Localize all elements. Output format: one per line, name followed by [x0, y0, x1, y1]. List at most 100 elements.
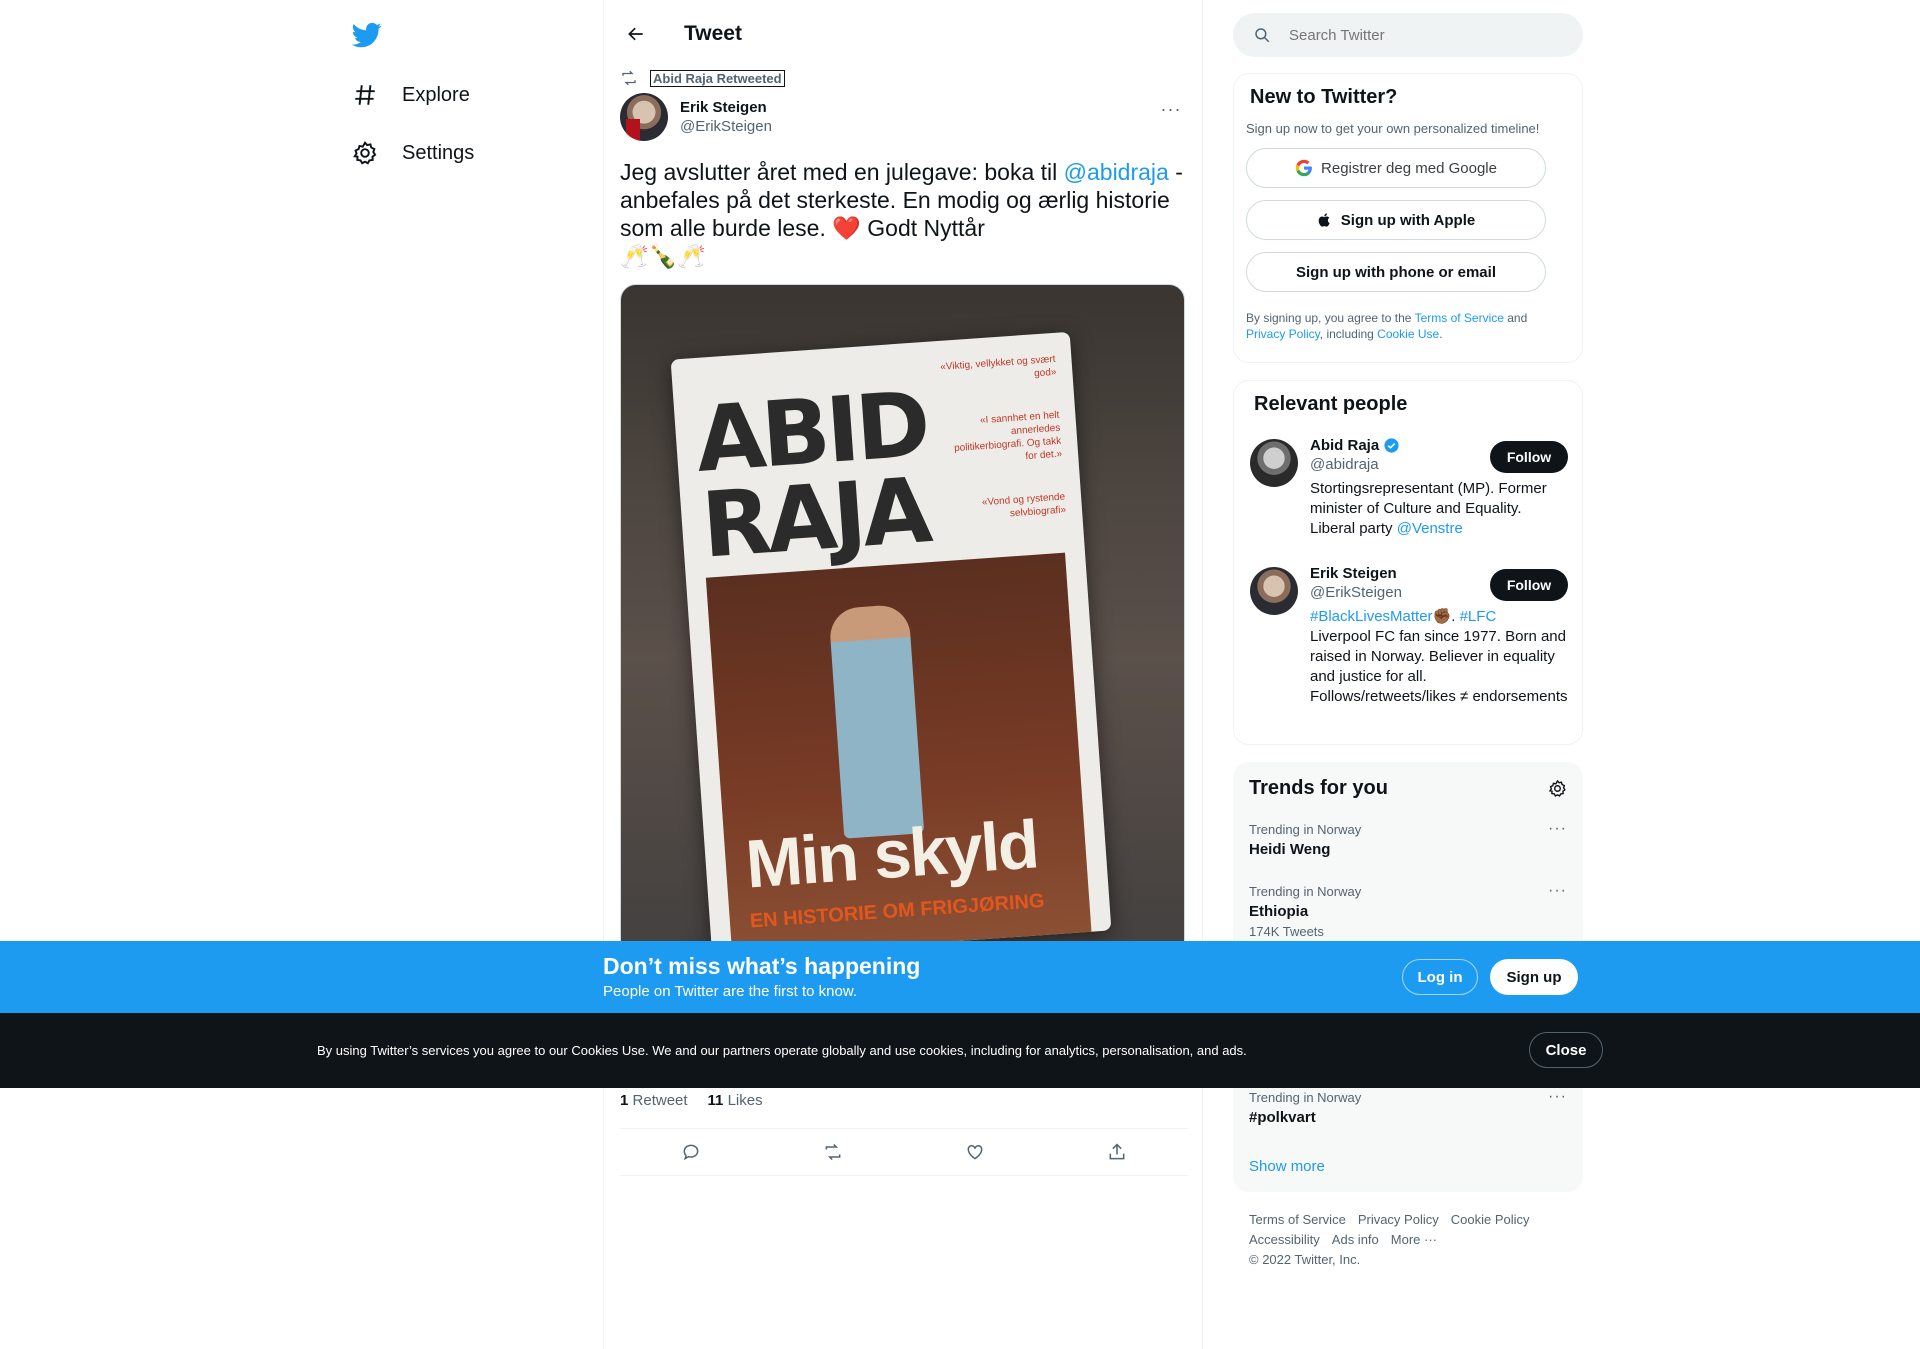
nav-settings[interactable]: Settings [352, 133, 474, 173]
more-icon: ··· [1160, 98, 1182, 119]
apple-signup-label: Sign up with Apple [1340, 211, 1476, 229]
google-icon [1295, 159, 1312, 177]
heart-icon[interactable] [965, 1142, 985, 1162]
book-quote: «Viktig, vellykket og svært god» [939, 353, 1057, 380]
more-icon[interactable]: ··· [1548, 1088, 1567, 1106]
new-to-twitter-panel: New to Twitter? Sign up now to get your … [1233, 73, 1583, 363]
apple-icon [1318, 213, 1330, 227]
follow-button[interactable]: Follow [1490, 441, 1568, 473]
retweeted-by-link[interactable]: Abid Raja Retweeted [650, 69, 785, 87]
privacy-link[interactable]: Privacy Policy [1246, 327, 1320, 341]
retweet-action-icon[interactable] [823, 1142, 843, 1162]
mention-link[interactable]: @abidraja [1064, 159, 1169, 185]
google-signup-label: Registrer deg med Google [1321, 159, 1497, 177]
phone-email-signup-label: Sign up with phone or email [1295, 263, 1496, 281]
banner-title: Don’t miss what’s happening [603, 953, 921, 979]
cookie-banner: By using Twitter’s services you agree to… [0, 1013, 1920, 1088]
footer-link[interactable]: Cookie Policy [1451, 1212, 1530, 1227]
author-name[interactable]: Erik Steigen [680, 99, 772, 116]
footer-link[interactable]: More ··· [1391, 1232, 1437, 1247]
book-quotes: «Viktig, vellykket og svært god» «I sann… [935, 353, 1068, 555]
retweet-stat[interactable]: 1 Retweet [620, 1092, 688, 1109]
trend-name: Ethiopia [1249, 903, 1309, 920]
trend-item[interactable]: Trending in Norway #polkvart ··· [1249, 1088, 1567, 1126]
search-input[interactable] [1289, 26, 1549, 44]
legal-text: By signing up, you agree to the [1246, 311, 1415, 325]
banner-subtitle: People on Twitter are the first to know. [603, 983, 858, 1000]
relevant-people-title: Relevant people [1254, 393, 1408, 415]
hashtag-link[interactable]: #BlackLivesMatter [1310, 608, 1433, 625]
twitter-logo-icon[interactable] [351, 20, 382, 50]
nav-explore-label: Explore [402, 83, 470, 106]
more-icon[interactable]: ··· [1548, 882, 1567, 900]
bio-text: Liverpool FC fan since 1977. Born and ra… [1310, 628, 1568, 705]
hashtag-icon [355, 85, 375, 105]
search-bar[interactable] [1233, 13, 1583, 57]
apple-signup-button[interactable]: Sign up with Apple [1246, 200, 1546, 240]
person-card[interactable]: Erik Steigen @ErikSteigen #BlackLivesMat… [1250, 565, 1568, 707]
google-signup-button[interactable]: Registrer deg med Google [1246, 148, 1546, 188]
gear-icon[interactable] [1548, 779, 1567, 798]
signup-banner: Don’t miss what’s happening People on Tw… [0, 941, 1920, 1013]
share-icon[interactable] [1107, 1142, 1127, 1162]
like-count: 11 [707, 1092, 724, 1109]
trend-name: Heidi Weng [1249, 841, 1331, 858]
terms-link[interactable]: Terms of Service [1415, 311, 1504, 325]
follow-button[interactable]: Follow [1490, 569, 1568, 601]
footer-link[interactable]: Accessibility [1249, 1232, 1320, 1247]
avatar[interactable] [1250, 439, 1298, 487]
cookie-text: By using Twitter’s services you agree to… [317, 1043, 1247, 1058]
legal-text: , including [1319, 327, 1378, 341]
tweet-text: Jeg avslutter året med en julegave: boka… [620, 158, 1186, 270]
nav-explore[interactable]: Explore [352, 75, 470, 115]
legal-text: and [1503, 311, 1528, 325]
search-icon [1255, 28, 1270, 43]
trend-item[interactable]: Trending in Norway Ethiopia 174K Tweets … [1249, 882, 1567, 939]
tweet-actions [620, 1128, 1188, 1176]
trend-item[interactable]: Trending in Norway Heidi Weng ··· [1249, 820, 1567, 858]
retweet-count: 1 [620, 1092, 629, 1109]
arrow-left-icon [628, 27, 643, 41]
book-photo-figure [828, 603, 925, 839]
emoji-line: 🥂🍾🥂 [620, 243, 706, 269]
tweet-image[interactable]: ABID RAJA «Viktig, vellykket og svært go… [620, 284, 1185, 964]
footer-link[interactable]: Privacy Policy [1358, 1212, 1439, 1227]
legal-text: . [1439, 327, 1443, 341]
main-column: Tweet Abid Raja Retweeted Erik Steigen @… [603, 0, 1203, 1349]
copyright: © 2022 Twitter, Inc. [1249, 1252, 1361, 1267]
book-cover: ABID RAJA «Viktig, vellykket og svært go… [670, 331, 1112, 959]
tweet-header: Tweet [604, 0, 1202, 68]
trends-title: Trends for you [1249, 776, 1388, 799]
trend-count: 174K Tweets [1249, 924, 1324, 939]
avatar[interactable] [620, 93, 668, 141]
bio-mention-link[interactable]: @Venstre [1397, 520, 1463, 537]
person-name-text: Abid Raja [1310, 437, 1380, 454]
author-handle[interactable]: @ErikSteigen [680, 118, 772, 135]
trend-meta: Trending in Norway [1249, 822, 1362, 837]
reply-icon[interactable] [681, 1142, 701, 1162]
more-icon[interactable]: ··· [1548, 820, 1567, 838]
avatar[interactable] [1250, 567, 1298, 615]
cookie-close-button[interactable]: Close [1529, 1032, 1603, 1068]
login-button[interactable]: Log in [1402, 959, 1478, 995]
person-card[interactable]: Abid Raja @abidraja Stortingsrepresentan… [1250, 437, 1568, 539]
show-more-link[interactable]: Show more [1249, 1158, 1325, 1175]
nav-settings-label: Settings [402, 141, 475, 164]
cookie-use-link[interactable]: Cookie Use [1377, 327, 1439, 341]
trend-name: #polkvart [1249, 1109, 1316, 1126]
phone-email-signup-button[interactable]: Sign up with phone or email [1246, 252, 1546, 292]
tweet-author: Erik Steigen @ErikSteigen ··· [620, 92, 1186, 142]
new-to-twitter-title: New to Twitter? [1250, 86, 1398, 108]
hashtag-link[interactable]: #LFC [1460, 608, 1497, 625]
back-button[interactable] [620, 18, 652, 50]
relevant-people-panel: Relevant people Abid Raja @abidraja Stor… [1233, 380, 1583, 745]
tweet: Abid Raja Retweeted Erik Steigen @ErikSt… [604, 68, 1202, 964]
footer-link[interactable]: Ads info [1332, 1232, 1379, 1247]
like-stat[interactable]: 11 Likes [708, 1092, 763, 1109]
signup-button[interactable]: Sign up [1490, 959, 1578, 995]
footer-link[interactable]: Terms of Service [1249, 1212, 1346, 1227]
more-options-button[interactable]: ··· [1156, 94, 1186, 124]
trends-header: Trends for you [1249, 774, 1567, 802]
tweet-stats: 1 Retweet 11 Likes [620, 1092, 763, 1109]
trend-meta: Trending in Norway [1249, 1090, 1362, 1105]
